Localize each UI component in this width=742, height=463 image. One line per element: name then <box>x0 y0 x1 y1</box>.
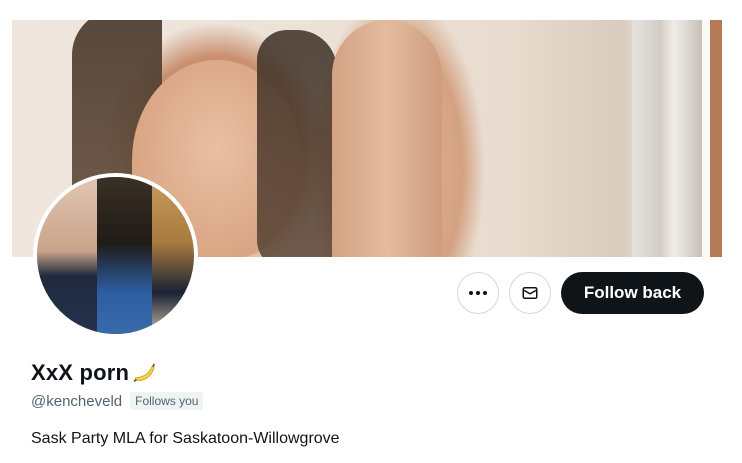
display-name: XxX porn <box>31 360 130 385</box>
follows-you-badge: Follows you <box>130 392 204 410</box>
follow-back-button[interactable]: Follow back <box>561 272 704 314</box>
more-options-button[interactable] <box>457 272 499 314</box>
profile-handle-row: @kencheveld Follows you <box>31 392 204 410</box>
banner-edge <box>710 20 722 257</box>
profile-name-row: XxX porn <box>31 360 158 386</box>
banner-door-frame <box>632 20 702 257</box>
message-button[interactable] <box>509 272 551 314</box>
user-handle: @kencheveld <box>31 392 123 410</box>
more-horizontal-icon <box>469 291 487 295</box>
envelope-icon <box>522 287 538 299</box>
banana-emoji-icon <box>133 363 156 382</box>
banner-arm <box>332 20 442 257</box>
banner-hair-right <box>257 30 337 257</box>
profile-actions: Follow back <box>0 272 742 314</box>
profile-bio: Sask Party MLA for Saskatoon-Willowgrove <box>31 430 340 447</box>
